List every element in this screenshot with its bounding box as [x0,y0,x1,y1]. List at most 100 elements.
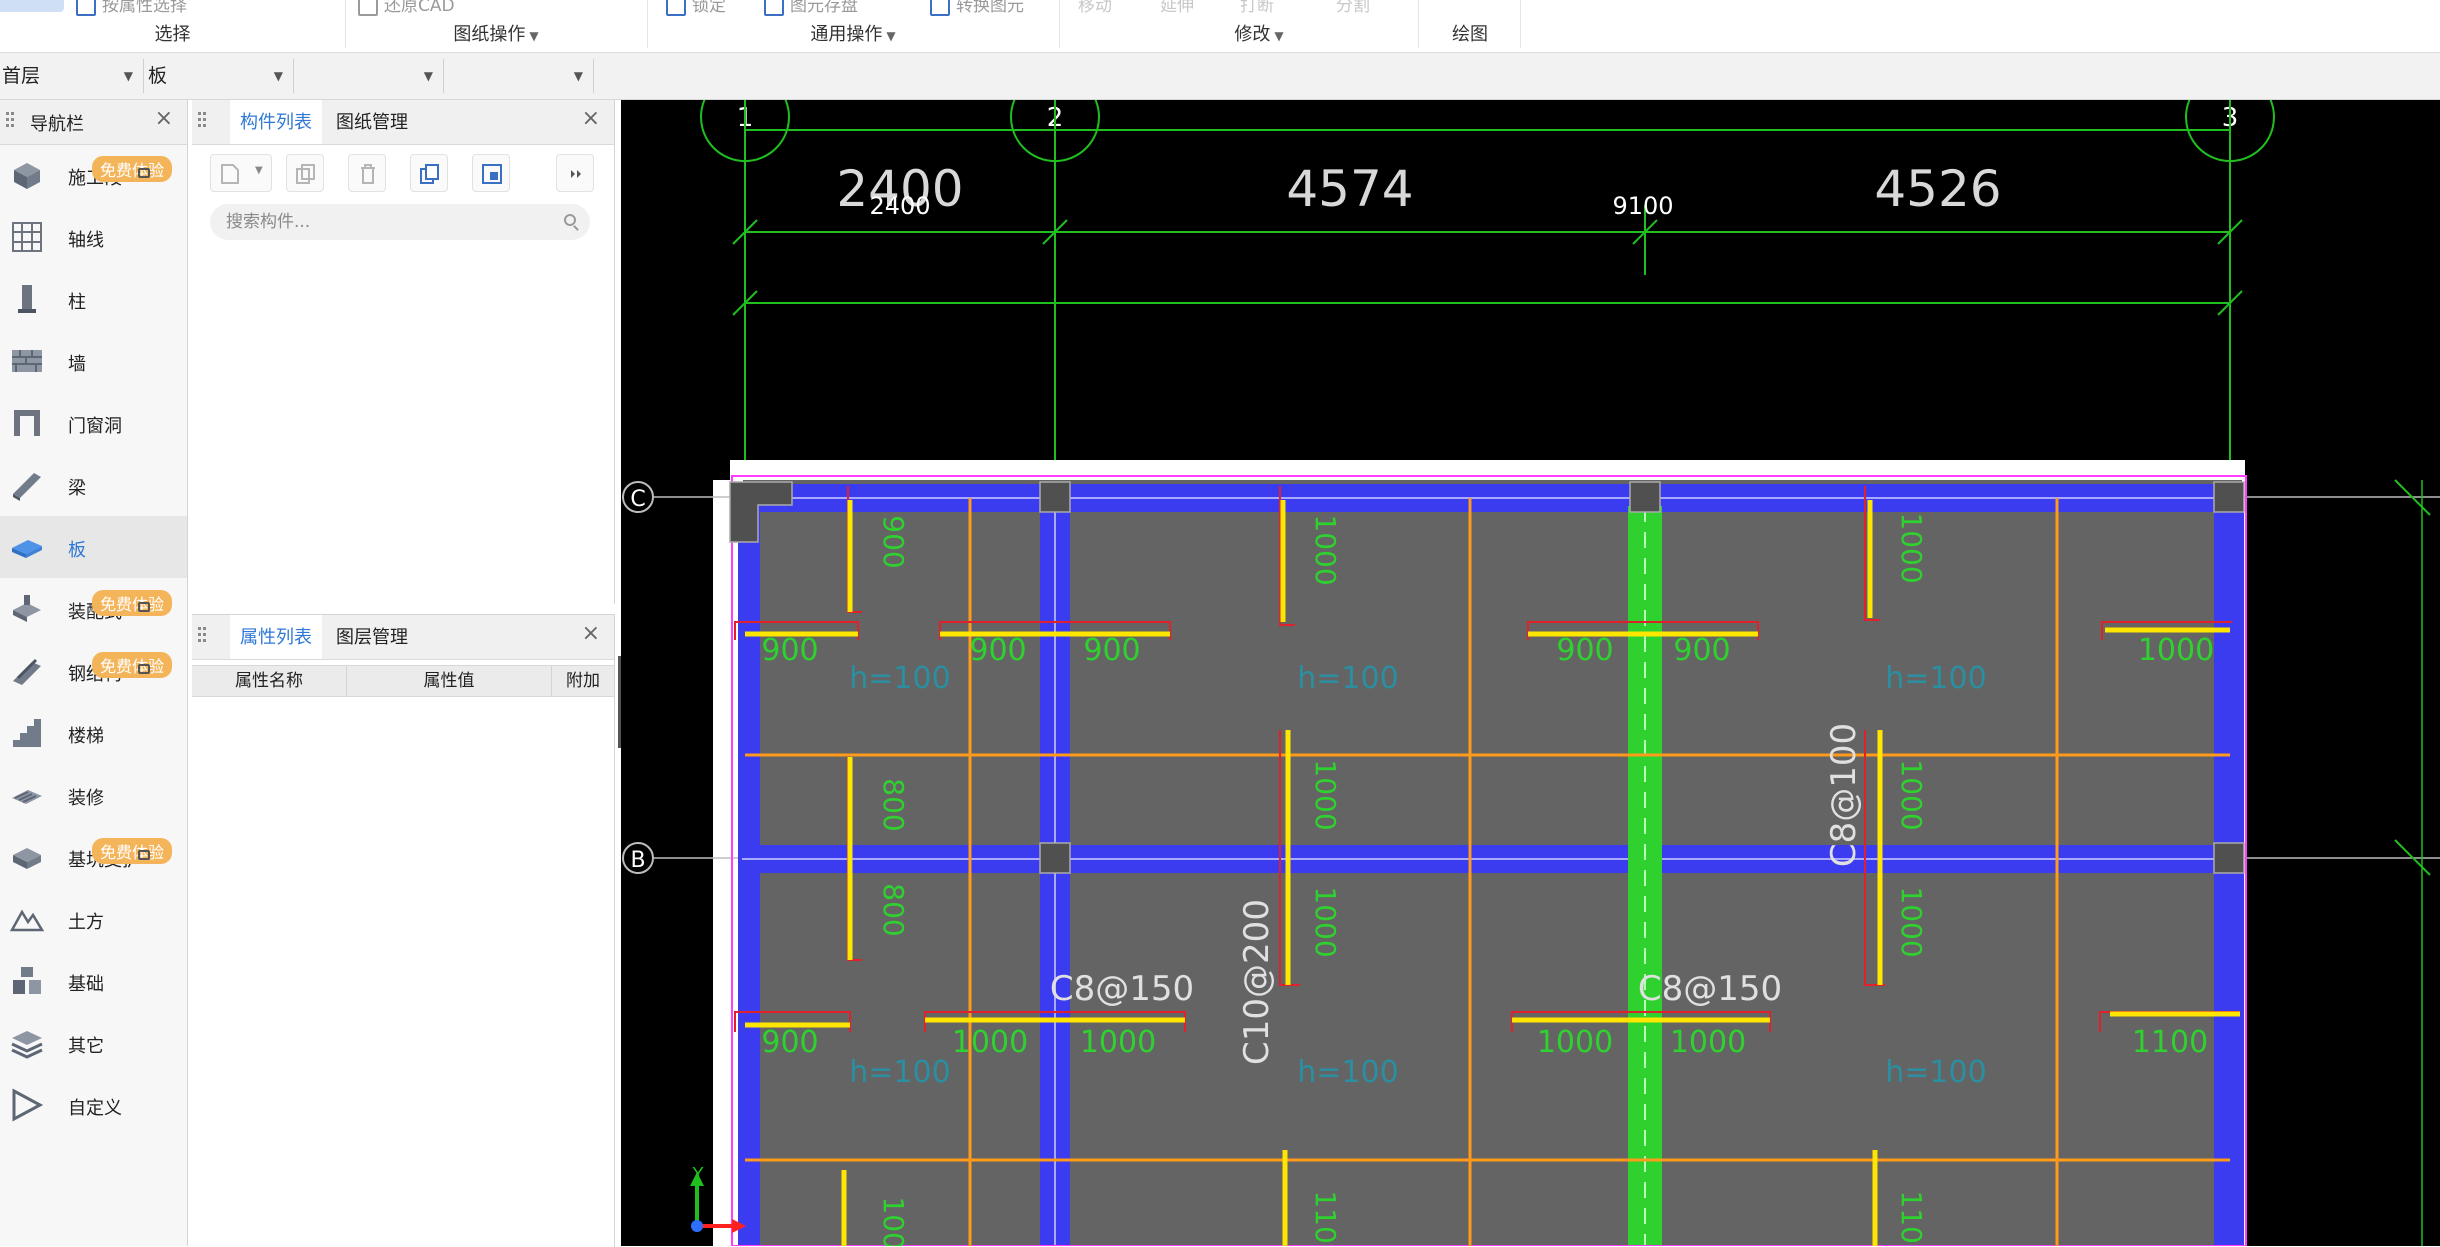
ribbon-divider [1520,0,1521,48]
other-icon [11,1031,43,1059]
ribbon-group-general-ops[interactable]: 通用操作 ▼ [647,0,1059,52]
more-tools-button[interactable] [556,154,594,192]
nav-item-decoration[interactable]: 装修 [0,764,187,826]
svg-text:1000: 1000 [952,1025,1028,1060]
nav-item-other[interactable]: 其它 [0,1012,187,1074]
column[interactable] [2213,842,2245,874]
nav-item-stair[interactable]: 楼梯 [0,702,187,764]
svg-text:C10@200: C10@200 [1237,899,1277,1065]
close-icon[interactable]: × [155,106,173,131]
column-header-property-value[interactable]: 属性值 [347,666,552,696]
ribbon-group-drawing-ops[interactable]: 图纸操作 ▼ [345,0,647,52]
close-icon[interactable]: × [582,621,600,646]
component-type-select[interactable]: 板 ▼ [146,59,294,93]
nav-item-column[interactable]: 柱 [0,268,187,330]
tab-property-list[interactable]: 属性列表 [230,615,322,659]
svg-text:900: 900 [877,515,910,568]
navigator-title: 导航栏 [30,114,84,135]
close-icon[interactable]: × [582,106,600,131]
prefab-icon [13,595,41,622]
property-panel: 属性列表 图层管理 × 属性名称 属性值 附加 [192,614,615,1247]
component-list-panel: 构件列表 图纸管理 × ▼ [192,100,615,604]
cad-drawing[interactable]: 1 2 3 2400 4574 4526 2400 9100 C B 900 9… [621,100,2440,1246]
layer-copy-button[interactable] [472,154,510,192]
beam-axis-1[interactable] [738,484,760,1246]
lock-icon [138,602,150,612]
column[interactable] [1039,842,1071,874]
ribbon-group-title: 选择 [154,24,191,45]
nav-item-earthwork[interactable]: 土方 [0,888,187,950]
ribbon: 按属性选择 选择 还原CAD 图纸操作 ▼ 锁定 图元存盘 转换图元 通用操作 ▼ … [0,0,2440,53]
ribbon-group-modify[interactable]: 修改 ▼ [1059,0,1459,52]
nav-item-custom[interactable]: 自定义 [0,1074,187,1136]
dimension-ticks [2394,479,2431,876]
axis-label-B[interactable]: B [630,848,645,873]
svg-text:h=100: h=100 [1885,661,1986,696]
svg-text:1100: 1100 [1309,1190,1342,1246]
nav-item-foundation[interactable]: 基础 [0,950,187,1012]
column-header-property-name[interactable]: 属性名称 [192,666,347,696]
ribbon-group-select: 选择 [0,0,345,52]
search-input[interactable] [210,204,590,240]
svg-text:C8@100: C8@100 [1824,723,1864,867]
svg-text:1000: 1000 [1670,1025,1746,1060]
floor-select[interactable]: 首层 ▼ [0,59,144,93]
chevron-down-icon: ▼ [273,69,283,83]
svg-text:900: 900 [969,633,1026,668]
svg-text:1000: 1000 [1309,886,1342,957]
decoration-icon [12,790,42,804]
svg-text:900: 900 [761,1025,818,1060]
wall-icon [12,350,42,372]
nav-item-construction-segment[interactable]: 施工段 免费体验 [0,144,187,206]
dimension-text[interactable]: 2400 [869,192,930,220]
tab-drawing-management[interactable]: 图纸管理 [326,100,418,144]
nav-item-grid-axis[interactable]: 轴线 [0,206,187,268]
ribbon-group-title: 图纸操作 ▼ [453,24,539,45]
drag-handle-icon[interactable] [198,112,206,130]
nav-item-wall[interactable]: 墙 [0,330,187,392]
axis-label-C[interactable]: C [630,487,645,512]
svg-text:1000: 1000 [1895,759,1928,830]
tab-layer-management[interactable]: 图层管理 [326,615,418,659]
component-panel-header: 构件列表 图纸管理 × [192,100,614,145]
svg-text:1000: 1000 [1309,759,1342,830]
tab-component-list[interactable]: 构件列表 [230,100,322,144]
svg-text:h=100: h=100 [849,1055,950,1090]
foundation-icon [13,967,41,994]
component-subtype-select[interactable]: ▼ [296,59,444,93]
free-trial-badge: 免费体验 [92,838,173,864]
dimension-text[interactable]: 9100 [1612,192,1673,220]
grid-axis-icon [12,222,42,252]
search-icon[interactable] [564,214,576,226]
lock-icon [138,664,150,674]
drag-handle-icon[interactable] [198,627,206,645]
svg-text:900: 900 [1083,633,1140,668]
free-trial-badge: 免费体验 [92,590,173,616]
nav-item-slab[interactable]: 板 [0,516,187,578]
delete-component-button[interactable] [348,154,386,192]
nav-item-beam[interactable]: 梁 [0,454,187,516]
copy-to-floor-button[interactable] [410,154,448,192]
drawing-canvas[interactable]: 1 2 3 2400 4574 4526 2400 9100 C B 900 9… [621,100,2440,1246]
svg-text:h=100: h=100 [849,661,950,696]
drag-handle-icon[interactable] [6,112,14,130]
dimension-text[interactable]: 4526 [1874,160,2001,218]
copy-component-button[interactable] [286,154,324,192]
new-component-button[interactable]: ▼ [210,154,272,192]
column[interactable] [1629,481,1661,513]
column-header-extra[interactable]: 附加 [552,666,614,696]
nav-item-door-window[interactable]: 门窗洞 [0,392,187,454]
nav-item-prefab[interactable]: 装配式 免费体验 [0,578,187,640]
component-name-select[interactable]: ▼ [446,59,594,93]
svg-text:1000: 1000 [1080,1025,1156,1060]
property-table-header: 属性名称 属性值 附加 [192,665,614,697]
nav-item-foundation-pit[interactable]: 基坑支护 免费体验 [0,826,187,888]
column[interactable] [2213,481,2245,513]
steel-icon [13,658,41,685]
custom-icon [12,1088,44,1122]
column[interactable] [1039,481,1071,513]
nav-item-steel[interactable]: 钢结构 免费体验 [0,640,187,702]
navigator-header: 导航栏 × [0,100,187,145]
dimension-text[interactable]: 4574 [1286,160,1413,218]
chevron-down-icon: ▼ [573,69,583,83]
